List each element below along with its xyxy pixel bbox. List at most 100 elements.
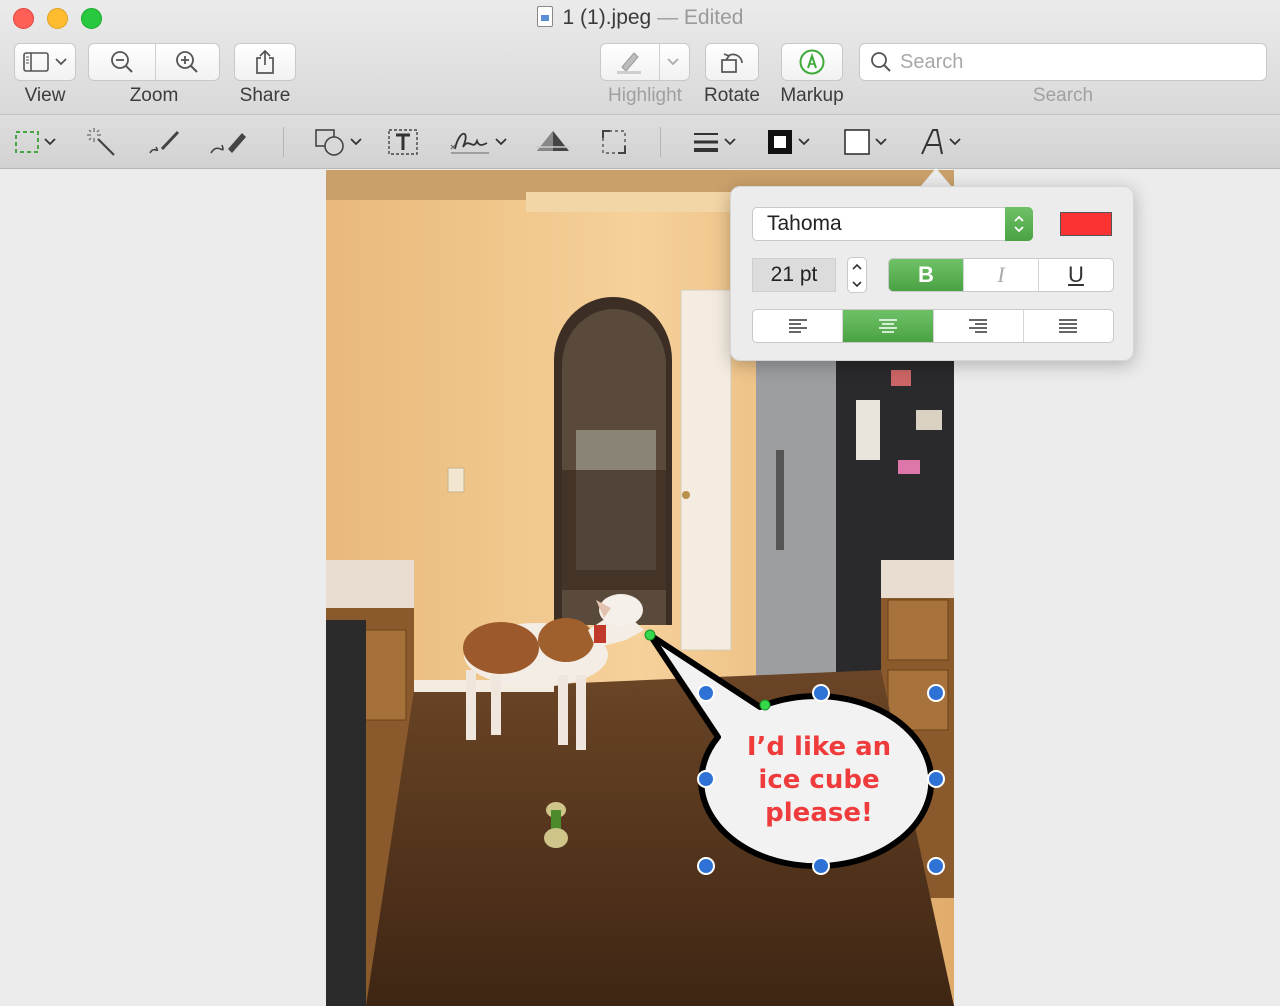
font-family-value: Tahoma: [767, 212, 842, 235]
fill-color-button[interactable]: [843, 125, 887, 159]
zoom-divider: [155, 44, 156, 80]
align-right-icon: [969, 319, 988, 333]
toolbar-divider: [283, 127, 284, 157]
align-left-button[interactable]: [753, 310, 844, 342]
text-style-icon: [921, 129, 943, 155]
border-color-icon: [768, 130, 792, 154]
view-label: View: [24, 85, 66, 106]
bold-button[interactable]: B: [889, 259, 964, 291]
highlight-label: Highlight: [608, 85, 682, 106]
bubble-tail-handle[interactable]: [644, 629, 656, 641]
adjust-size-button[interactable]: [600, 125, 628, 159]
view-button[interactable]: [14, 43, 76, 81]
resize-handle-top-right[interactable]: [927, 684, 945, 702]
highlight-divider: [659, 44, 660, 80]
speech-bubble-text: I’d like an ice cube please!: [747, 732, 891, 828]
sketch-pen-icon: [149, 130, 180, 154]
markup-pen-icon: [799, 49, 825, 75]
chevron-down-icon: [949, 138, 961, 146]
chevron-down-icon: [724, 138, 736, 146]
border-color-button[interactable]: [766, 125, 810, 159]
text-style-popover: Tahoma 21 pt B I U: [730, 186, 1134, 361]
chevron-down-icon: [875, 138, 887, 146]
font-size-field[interactable]: 21 pt: [752, 258, 836, 292]
resize-handle-bottom-left[interactable]: [697, 857, 715, 875]
text-tool-button[interactable]: [387, 125, 419, 159]
font-size-stepper[interactable]: [847, 257, 867, 293]
search-label: Search: [1032, 85, 1094, 106]
speech-line-3: please!: [765, 798, 873, 828]
zoom-out-icon: [110, 51, 133, 73]
resize-handle-top[interactable]: [812, 684, 830, 702]
markup-button[interactable]: [781, 43, 843, 81]
zoom-out-button[interactable]: [89, 44, 154, 80]
window-title-filename: 1 (1).jpeg: [562, 6, 652, 29]
popover-arrow: [920, 168, 952, 187]
align-left-icon: [788, 319, 807, 333]
chevron-down-icon: [350, 138, 362, 146]
align-center-icon: [878, 319, 897, 333]
highlight-menu-button[interactable]: [658, 44, 689, 80]
rotate-button[interactable]: [705, 43, 759, 81]
speech-line-1: I’d like an: [747, 732, 891, 762]
speech-line-2: ice cube: [758, 765, 879, 795]
window-title-status: — Edited: [657, 6, 744, 29]
italic-button[interactable]: I: [964, 259, 1039, 291]
resize-handle-right[interactable]: [927, 770, 945, 788]
align-right-button[interactable]: [934, 310, 1024, 342]
draw-pen-icon: [210, 133, 246, 154]
align-justify-button[interactable]: [1024, 310, 1113, 342]
signature-icon: [450, 132, 489, 154]
adjust-color-button[interactable]: [533, 125, 573, 159]
preview-window: 1 (1).jpeg — Edited View Zoom Share High…: [0, 0, 1280, 1006]
up-down-chevron-icon: [1014, 215, 1024, 233]
zoom-label: Zoom: [129, 85, 179, 106]
resize-handle-bottom-right[interactable]: [927, 857, 945, 875]
bubble-tail-base-handle[interactable]: [759, 699, 771, 711]
chevron-up-icon[interactable]: [852, 263, 862, 271]
markup-toolbar: [0, 115, 1280, 169]
chevron-down-icon: [55, 58, 67, 66]
align-center-button[interactable]: [843, 310, 934, 342]
share-button[interactable]: [234, 43, 296, 81]
resize-icon: [602, 130, 626, 154]
dashed-rect-icon: [15, 131, 39, 153]
sign-tool-button[interactable]: [449, 125, 507, 159]
markup-label: Markup: [780, 85, 844, 106]
search-input[interactable]: [900, 50, 1260, 74]
resize-handle-bottom[interactable]: [812, 857, 830, 875]
chevron-down-icon: [798, 138, 810, 146]
draw-tool-button[interactable]: [208, 125, 250, 159]
toolbar-divider: [660, 127, 661, 157]
font-style-segmented: B I U: [888, 258, 1114, 292]
highlight-control: [600, 43, 690, 81]
window-title: 1 (1).jpeg — Edited: [0, 6, 1280, 30]
font-color-well[interactable]: [1060, 212, 1112, 236]
sketch-tool-button[interactable]: [146, 125, 182, 159]
zoom-in-button[interactable]: [154, 44, 219, 80]
chevron-down-icon: [44, 138, 56, 146]
instant-alpha-button[interactable]: [86, 125, 116, 159]
selection-tool-button[interactable]: [14, 125, 56, 159]
magic-wand-icon: [87, 128, 115, 156]
highlighter-icon: [617, 52, 642, 74]
resize-handle-top-left[interactable]: [697, 684, 715, 702]
text-style-button[interactable]: [919, 125, 961, 159]
underline-button[interactable]: U: [1039, 259, 1113, 291]
chevron-down-icon: [495, 138, 507, 146]
shapes-tool-button[interactable]: [314, 125, 362, 159]
titlebar: 1 (1).jpeg — Edited View Zoom Share High…: [0, 0, 1280, 115]
highlight-button[interactable]: [601, 44, 658, 80]
shapes-icon: [315, 129, 344, 156]
adjust-color-icon: [535, 131, 571, 151]
search-field[interactable]: [859, 43, 1267, 81]
share-label: Share: [239, 85, 291, 106]
speech-bubble-annotation[interactable]: I’d like an ice cube please!: [640, 625, 960, 890]
chevron-down-icon[interactable]: [852, 280, 862, 288]
shape-style-button[interactable]: [692, 125, 736, 159]
zoom-in-icon: [175, 51, 198, 73]
share-icon: [256, 49, 274, 74]
resize-handle-left[interactable]: [697, 770, 715, 788]
font-select-stepper: [1005, 207, 1033, 241]
font-family-select[interactable]: Tahoma: [752, 207, 1033, 241]
